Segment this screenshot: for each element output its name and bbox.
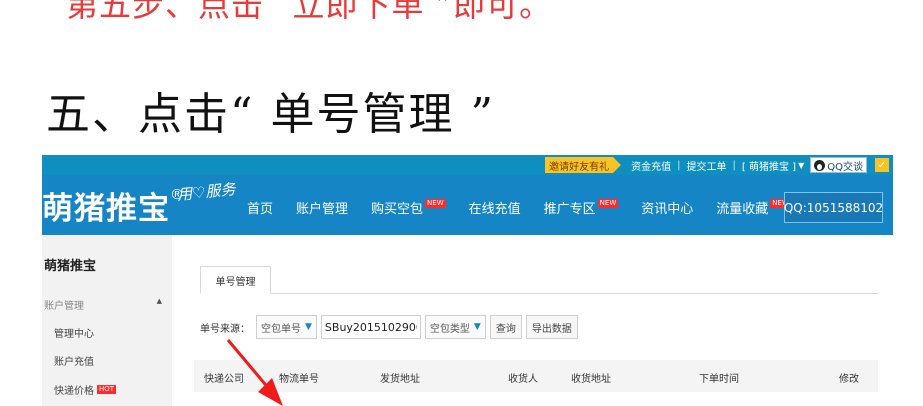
table-header: 快递公司 物流单号 发货地址 收货人 收货地址 下单时间 修改 bbox=[194, 360, 878, 392]
column-header: 物流单号 bbox=[279, 374, 319, 385]
sidebar-group-label: 账户管理 bbox=[44, 301, 84, 312]
qq-chat-button[interactable]: QQ交谈 bbox=[810, 157, 867, 173]
separator: | bbox=[732, 159, 736, 171]
column-header: 修改 bbox=[839, 374, 859, 385]
nav-label: 在线充值 bbox=[468, 202, 521, 217]
order-number-input[interactable] bbox=[320, 315, 421, 339]
order-source-label: 单号来源： bbox=[200, 323, 250, 335]
nav-label: 流量收藏 bbox=[716, 202, 769, 217]
sidebar-item-management-center[interactable]: 管理中心 bbox=[54, 325, 94, 340]
sidebar-group-account[interactable]: 账户管理 ▲ bbox=[44, 297, 162, 312]
tab-divider bbox=[200, 293, 878, 294]
tab-order-management[interactable]: 单号管理 bbox=[200, 266, 271, 294]
nav-label: 推广专区 bbox=[543, 202, 596, 217]
app-screenshot: 邀请好友有礼 资金充值 | 提交工单 | [ 萌猪推宝 ] ▼ QQ交谈 ✓ 萌… bbox=[42, 155, 893, 406]
top-utility-links: 邀请好友有礼 资金充值 | 提交工单 | [ 萌猪推宝 ] ▼ QQ交谈 ✓ bbox=[545, 157, 889, 173]
invite-friends-button[interactable]: 邀请好友有礼 bbox=[545, 157, 622, 173]
filter-row: 单号来源： 空包单号 ▼ 空包类型 ▼ 查询 导出数据 bbox=[200, 315, 582, 339]
main-content: 单号管理 单号来源： 空包单号 ▼ 空包类型 ▼ 查询 导出数据 快递公司 物流… bbox=[172, 235, 893, 406]
nav-item-news[interactable]: 资讯中心 bbox=[641, 198, 693, 217]
nav-item-home[interactable]: 首页 bbox=[247, 198, 273, 217]
order-source-select[interactable]: 空包单号 ▼ bbox=[256, 315, 317, 339]
sidebar-title: 萌猪推宝 bbox=[44, 259, 97, 274]
column-header: 收货人 bbox=[508, 374, 538, 385]
submit-ticket-link[interactable]: 提交工单 bbox=[687, 158, 727, 173]
sidebar-item-label: 快递价格 bbox=[54, 386, 94, 397]
user-menu[interactable]: [ 萌猪推宝 ] ▼ bbox=[742, 158, 804, 173]
sidebar-item-express-price[interactable]: 快递价格 HOT bbox=[54, 382, 117, 397]
top-utility-bar: 邀请好友有礼 资金充值 | 提交工单 | [ 萌猪推宝 ] ▼ QQ交谈 ✓ bbox=[42, 155, 893, 175]
package-type-select[interactable]: 空包类型 ▼ bbox=[424, 315, 486, 339]
triangle-down-icon: ▼ bbox=[305, 322, 312, 332]
nav-item-promotion[interactable]: 推广专区 NEW bbox=[544, 198, 619, 217]
qq-penguin-icon bbox=[814, 159, 826, 171]
new-badge: NEW bbox=[597, 199, 619, 208]
caret-down-icon: ▼ bbox=[798, 160, 805, 170]
nav-label: 首页 bbox=[247, 202, 274, 217]
slogan: 用♡服务 bbox=[176, 179, 237, 205]
nav-label: 资讯中心 bbox=[641, 202, 694, 217]
hot-badge: HOT bbox=[97, 385, 117, 394]
sidebar: 萌猪推宝 账户管理 ▲ 管理中心 账户充值 快递价格 HOT bbox=[42, 235, 172, 406]
separator: | bbox=[677, 159, 681, 171]
sidebar-item-account-recharge[interactable]: 账户充值 bbox=[54, 353, 94, 368]
nav-label: 账户管理 bbox=[296, 202, 349, 217]
main-navbar: 萌猪推宝® 用♡服务 首页 账户管理 购买空包 NEW 在线充值 推广专区 NEW … bbox=[42, 175, 893, 235]
nav-label: 购买空包 bbox=[371, 202, 424, 217]
site-logo[interactable]: 萌猪推宝® bbox=[42, 183, 185, 228]
logo-text: 萌猪推宝 bbox=[42, 191, 170, 227]
qq-number-button[interactable]: QQ:1051588102 bbox=[784, 192, 883, 223]
query-button[interactable]: 查询 bbox=[489, 315, 522, 339]
check-icon[interactable]: ✓ bbox=[875, 158, 889, 172]
triangle-down-icon: ▼ bbox=[473, 322, 481, 332]
sidebar-item-label: 管理中心 bbox=[54, 329, 94, 340]
step5-instruction: 第五步、点击“ 立即下单 ”即可。 bbox=[66, 0, 553, 24]
select-value: 空包类型 bbox=[429, 323, 470, 335]
user-name: [ 萌猪推宝 ] bbox=[741, 161, 797, 173]
column-header: 下单时间 bbox=[699, 374, 739, 385]
nav-item-online-recharge[interactable]: 在线充值 bbox=[469, 198, 521, 217]
nav-menu: 首页 账户管理 购买空包 NEW 在线充值 推广专区 NEW 资讯中心 流量收藏 NE… bbox=[247, 198, 791, 217]
new-badge: NEW bbox=[425, 199, 446, 208]
recharge-link[interactable]: 资金充值 bbox=[631, 158, 671, 173]
collapse-triangle-icon: ▲ bbox=[156, 297, 162, 305]
nav-item-account[interactable]: 账户管理 bbox=[296, 198, 348, 217]
select-value: 空包单号 bbox=[261, 323, 301, 335]
column-header: 快递公司 bbox=[204, 374, 244, 385]
nav-item-traffic-favorites[interactable]: 流量收藏 NEW bbox=[716, 198, 791, 217]
column-header: 发货地址 bbox=[380, 374, 420, 385]
step-heading: 五、点击“ 单号管理 ” bbox=[46, 89, 495, 140]
export-data-button[interactable]: 导出数据 bbox=[525, 315, 578, 339]
qq-chat-label: QQ交谈 bbox=[827, 161, 863, 173]
column-header: 收货地址 bbox=[571, 374, 611, 385]
nav-item-buy-empty-package[interactable]: 购买空包 NEW bbox=[371, 198, 446, 217]
sidebar-item-label: 账户充值 bbox=[54, 357, 94, 368]
